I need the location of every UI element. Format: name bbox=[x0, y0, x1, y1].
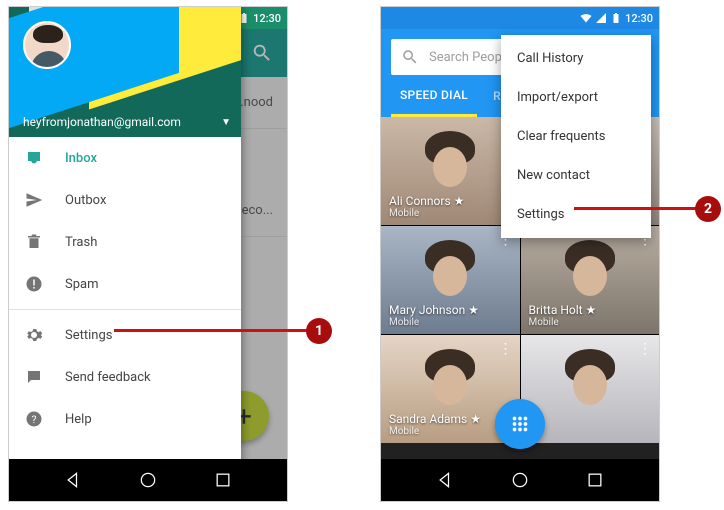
account-avatar[interactable] bbox=[23, 21, 71, 69]
contact-tile[interactable]: ⋮ Mary Johnson ★ Mobile bbox=[381, 226, 520, 334]
drawer-item-spam[interactable]: Spam bbox=[9, 263, 241, 305]
chevron-down-icon: ▼ bbox=[221, 117, 231, 128]
menu-item-clear-frequents[interactable]: Clear frequents bbox=[501, 117, 651, 156]
menu-item-import-export[interactable]: Import/export bbox=[501, 78, 651, 117]
contact-type: Mobile bbox=[529, 317, 652, 328]
drawer-item-inbox[interactable]: Inbox bbox=[9, 137, 241, 179]
drawer-item-send-feedback[interactable]: Send feedback bbox=[9, 356, 241, 398]
drawer-item-trash[interactable]: Trash bbox=[9, 221, 241, 263]
spam-icon bbox=[25, 275, 43, 293]
contact-type: Mobile bbox=[389, 317, 512, 328]
contact-tile[interactable]: ⋮ Ali Connors ★ Mobile bbox=[381, 117, 520, 225]
phone-dialer: 12:30 Search People & Places SPEED DIAL … bbox=[380, 6, 660, 502]
home-icon[interactable] bbox=[510, 470, 530, 490]
callout-badge-2: 2 bbox=[695, 196, 721, 222]
dialpad-fab[interactable] bbox=[495, 399, 545, 449]
more-icon[interactable]: ⋮ bbox=[638, 341, 651, 357]
drawer-item-label: Settings bbox=[65, 328, 112, 343]
more-icon[interactable]: ⋮ bbox=[499, 341, 512, 357]
drawer-item-label: Inbox bbox=[65, 151, 97, 166]
callout-line-2 bbox=[574, 207, 698, 210]
drawer-item-label: Help bbox=[65, 412, 92, 427]
drawer-item-label: Spam bbox=[65, 277, 99, 292]
contact-type: Mobile bbox=[389, 208, 512, 219]
drawer-item-label: Send feedback bbox=[65, 370, 151, 385]
trash-icon bbox=[25, 233, 43, 251]
drawer-header: heyfromjonathan@gmail.com ▼ bbox=[9, 7, 241, 137]
home-icon[interactable] bbox=[138, 470, 158, 490]
contact-name: Sandra Adams ★ bbox=[389, 412, 512, 426]
divider bbox=[9, 309, 241, 310]
recent-icon[interactable] bbox=[213, 470, 233, 490]
menu-item-call-history[interactable]: Call History bbox=[501, 39, 651, 78]
account-switcher[interactable]: heyfromjonathan@gmail.com ▼ bbox=[23, 115, 231, 129]
back-icon[interactable] bbox=[64, 470, 84, 490]
feedback-icon bbox=[25, 368, 43, 386]
drawer-item-label: Outbox bbox=[65, 193, 106, 208]
inbox-icon bbox=[25, 149, 43, 167]
signal-icon bbox=[595, 12, 607, 24]
battery-icon bbox=[610, 12, 622, 24]
contact-type: Mobile bbox=[389, 426, 512, 437]
search-icon bbox=[401, 48, 419, 66]
help-icon: ? bbox=[25, 410, 43, 428]
drawer-item-help[interactable]: ? Help bbox=[9, 398, 241, 440]
system-nav-bar bbox=[381, 459, 659, 501]
dialpad-icon bbox=[509, 413, 531, 435]
gear-icon bbox=[25, 326, 43, 344]
drawer-item-settings[interactable]: Settings bbox=[9, 314, 241, 356]
system-nav-bar bbox=[9, 459, 287, 501]
phone-email: 12:30 ...nood ...eco... + bbox=[8, 6, 288, 502]
contact-name: Britta Holt ★ bbox=[529, 303, 652, 317]
clock: 12:30 bbox=[625, 12, 653, 25]
status-bar: 12:30 bbox=[381, 7, 659, 29]
contact-name: Mary Johnson ★ bbox=[389, 303, 512, 317]
contact-tile[interactable]: ⋮ Britta Holt ★ Mobile bbox=[521, 226, 660, 334]
recent-icon[interactable] bbox=[585, 470, 605, 490]
menu-item-new-contact[interactable]: New contact bbox=[501, 156, 651, 195]
drawer-item-label: Trash bbox=[65, 235, 97, 250]
callout-line-1 bbox=[114, 329, 308, 332]
navigation-drawer: heyfromjonathan@gmail.com ▼ Inbox Outbox… bbox=[9, 7, 241, 501]
send-icon bbox=[25, 191, 43, 209]
account-email: heyfromjonathan@gmail.com bbox=[23, 115, 181, 129]
svg-text:?: ? bbox=[32, 413, 37, 426]
callout-badge-1: 1 bbox=[306, 318, 332, 344]
tab-speed-dial[interactable]: SPEED DIAL bbox=[391, 75, 477, 117]
back-icon[interactable] bbox=[436, 470, 456, 490]
contact-name: Ali Connors ★ bbox=[389, 194, 512, 208]
clock: 12:30 bbox=[253, 12, 281, 25]
drawer-item-outbox[interactable]: Outbox bbox=[9, 179, 241, 221]
wifi-icon bbox=[580, 12, 592, 24]
menu-item-settings[interactable]: Settings bbox=[501, 195, 651, 234]
